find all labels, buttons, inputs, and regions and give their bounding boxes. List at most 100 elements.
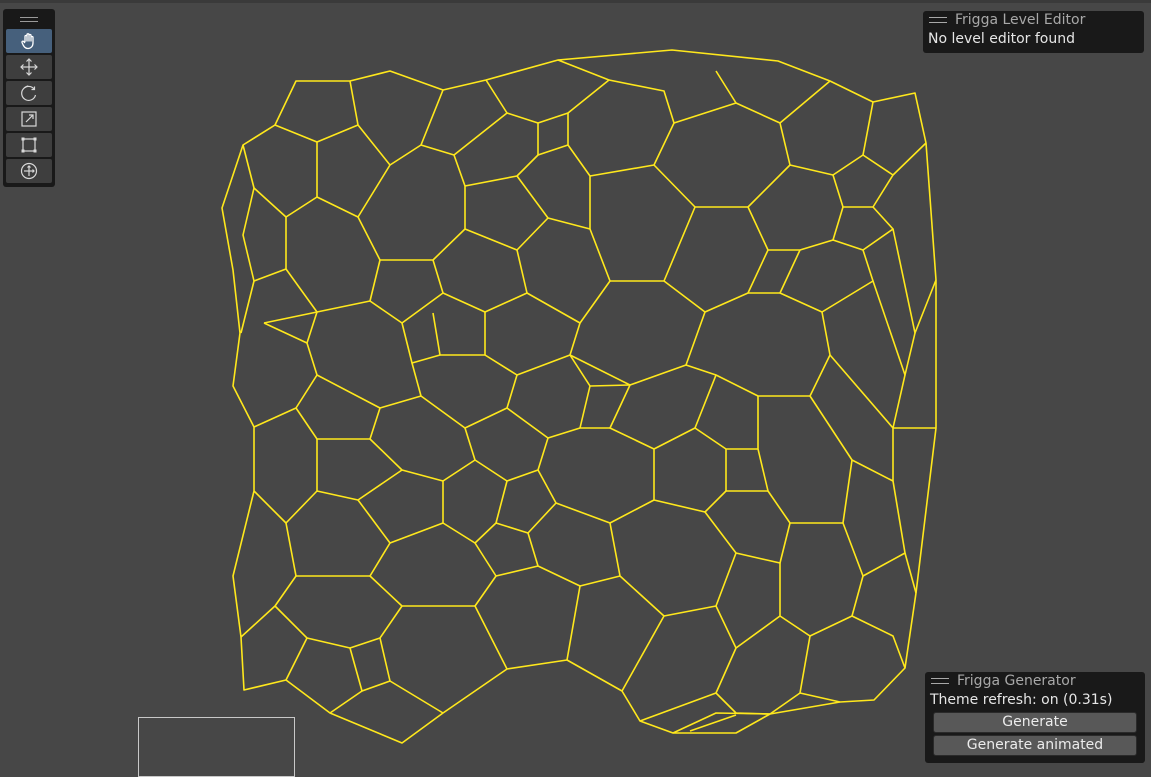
graph-edge [369, 259, 444, 324]
graph-edge [295, 374, 370, 440]
level-editor-title: Frigga Level Editor [955, 12, 1086, 28]
camera-preview-frame [138, 717, 295, 777]
graph-edge [440, 312, 486, 356]
graph-edge [474, 575, 508, 670]
graph-edge [274, 80, 359, 143]
graph-edge [757, 448, 843, 524]
level-editor-header[interactable]: Frigga Level Editor [923, 11, 1144, 29]
graph-edge [537, 113, 569, 156]
graph-edge [464, 217, 549, 251]
rect-tool-button[interactable] [6, 133, 52, 157]
drag-handle-icon[interactable] [931, 678, 949, 684]
graph-edge [566, 575, 621, 661]
graph-edge [357, 481, 444, 544]
graph-edge [579, 384, 631, 429]
level-editor-panel: Frigga Level Editor No level editor foun… [923, 11, 1144, 53]
graph-edge [306, 311, 381, 409]
theme-refresh-status: Theme refresh: on (0.31s) [930, 692, 1113, 708]
graph-edge [316, 469, 403, 501]
graph-edge [369, 395, 476, 482]
graph-edge [862, 142, 927, 176]
rotate-icon [21, 85, 37, 101]
graph-edge [263, 268, 318, 324]
graph-edge [579, 228, 611, 324]
graph-edge [904, 552, 917, 594]
graph-edge [401, 312, 441, 364]
graph-edge [609, 522, 737, 617]
graph-edge [608, 79, 675, 166]
graph-edge [589, 164, 696, 282]
graph-edge [779, 249, 874, 313]
graph-edge [285, 522, 370, 577]
graph-edge [685, 311, 831, 397]
graph-edge [851, 575, 906, 669]
graph-edge [747, 206, 834, 251]
graph-edge [689, 714, 737, 732]
rotate-tool-button[interactable] [6, 81, 52, 105]
graph-edge [892, 228, 937, 334]
graph-edge [464, 407, 508, 482]
graph-edge [442, 249, 528, 313]
scale-icon [21, 111, 37, 127]
graph-edge [285, 637, 308, 681]
graph-edge [748, 249, 801, 294]
graph-edge [253, 439, 318, 524]
graph-edge [527, 502, 581, 587]
graph-edge [240, 575, 297, 638]
scene-viewport[interactable]: Frigga Level Editor No level editor foun… [0, 0, 1151, 777]
graph-edge [673, 70, 737, 124]
generate-button[interactable]: Generate [933, 712, 1137, 733]
graph-edge [389, 680, 444, 714]
graph-edge [240, 144, 255, 334]
graph-edge [832, 174, 894, 208]
graph-edge [253, 142, 318, 218]
graph-edge [789, 101, 874, 176]
graph-edge [253, 407, 297, 428]
level-editor-message: No level editor found [928, 31, 1076, 47]
graph-edge [779, 80, 831, 124]
graph-edge [704, 511, 791, 564]
move-tool-button[interactable] [6, 55, 52, 79]
graph-edge [832, 206, 894, 251]
graph-edge [329, 690, 363, 714]
graph-edge [872, 280, 916, 376]
graph-edge [715, 563, 781, 649]
transform-icon [20, 162, 38, 180]
graph-edge [704, 249, 769, 313]
generate-animated-button[interactable]: Generate animated [933, 735, 1137, 756]
graph-edge [274, 605, 403, 649]
scale-tool-button[interactable] [6, 107, 52, 131]
graph-edge [442, 522, 476, 544]
rect-transform-icon [21, 137, 37, 153]
transform-tool-button[interactable] [6, 159, 52, 183]
graph-edge [799, 635, 841, 703]
generator-header[interactable]: Frigga Generator [925, 672, 1145, 690]
graph-edge [453, 79, 508, 156]
graph-edge [380, 144, 466, 261]
hand-icon [21, 33, 34, 50]
graph-edge [357, 89, 444, 166]
graph-edge [464, 154, 539, 187]
hand-tool-button[interactable] [6, 29, 52, 53]
graph-edge [695, 102, 791, 208]
graph-edge [842, 459, 906, 577]
drag-handle-icon[interactable] [6, 9, 52, 29]
drag-handle-icon[interactable] [929, 17, 947, 23]
graph-edge [694, 374, 759, 450]
graph-edge [537, 437, 655, 524]
tool-palette [3, 9, 55, 187]
graph-edge [316, 164, 391, 218]
graph-edge [621, 615, 665, 692]
graph-edge [253, 217, 287, 282]
generator-title: Frigga Generator [957, 673, 1076, 689]
graph-edge [715, 647, 801, 715]
cell-graph [221, 49, 937, 744]
graph-edge [725, 449, 768, 492]
move-arrows-icon [20, 58, 38, 76]
graph-edge [779, 615, 853, 637]
graph-edge [516, 144, 591, 230]
graph-edge [369, 542, 475, 607]
graph-edge [653, 427, 727, 513]
graph-edge [569, 280, 706, 386]
graph-edge [263, 322, 308, 344]
